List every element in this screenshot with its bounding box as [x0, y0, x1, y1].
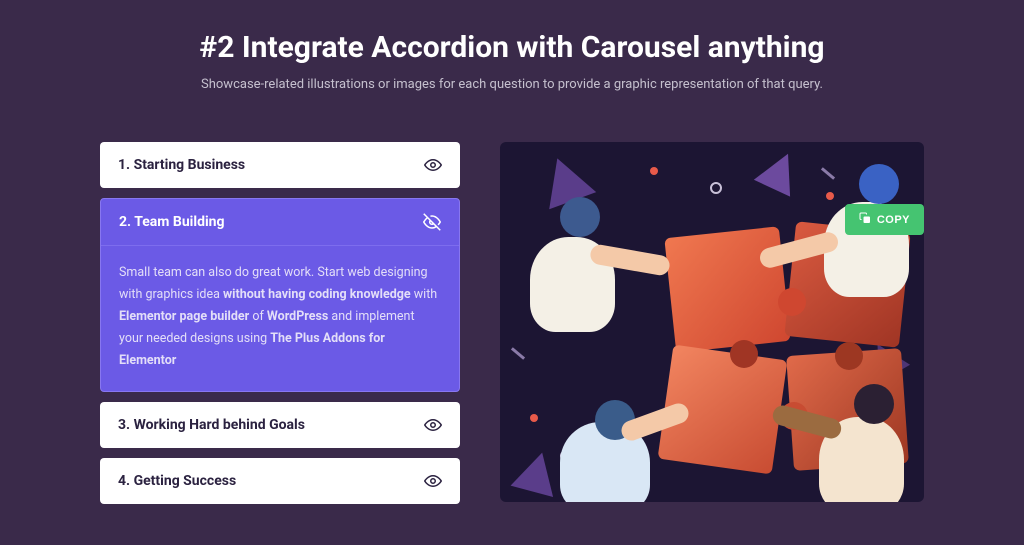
copy-button[interactable]: COPY — [845, 204, 924, 235]
copy-icon — [859, 212, 871, 227]
content-row: 1. Starting Business 2. Team Building Sm… — [100, 142, 924, 514]
accordion-body: Small team can also do great work. Start… — [101, 246, 459, 391]
eye-off-icon — [423, 213, 441, 231]
accordion-item-4[interactable]: 4. Getting Success — [100, 458, 460, 504]
accordion-title: 3. Working Hard behind Goals — [118, 417, 305, 433]
carousel-panel: COPY — [500, 142, 924, 502]
accordion-title: 2. Team Building — [119, 214, 225, 230]
eye-icon — [424, 156, 442, 174]
accordion-item-2[interactable]: 2. Team Building Small team can also do … — [100, 198, 460, 392]
copy-label: COPY — [877, 214, 910, 226]
section-heading: #2 Integrate Accordion with Carousel any… — [100, 30, 924, 65]
accordion-item-1[interactable]: 1. Starting Business — [100, 142, 460, 188]
section-subheading: Showcase-related illustrations or images… — [100, 77, 924, 92]
accordion: 1. Starting Business 2. Team Building Sm… — [100, 142, 460, 514]
illustration — [500, 142, 924, 502]
eye-icon — [424, 472, 442, 490]
accordion-title: 4. Getting Success — [118, 473, 236, 489]
accordion-title: 1. Starting Business — [118, 157, 245, 173]
eye-icon — [424, 416, 442, 434]
accordion-item-3[interactable]: 3. Working Hard behind Goals — [100, 402, 460, 448]
